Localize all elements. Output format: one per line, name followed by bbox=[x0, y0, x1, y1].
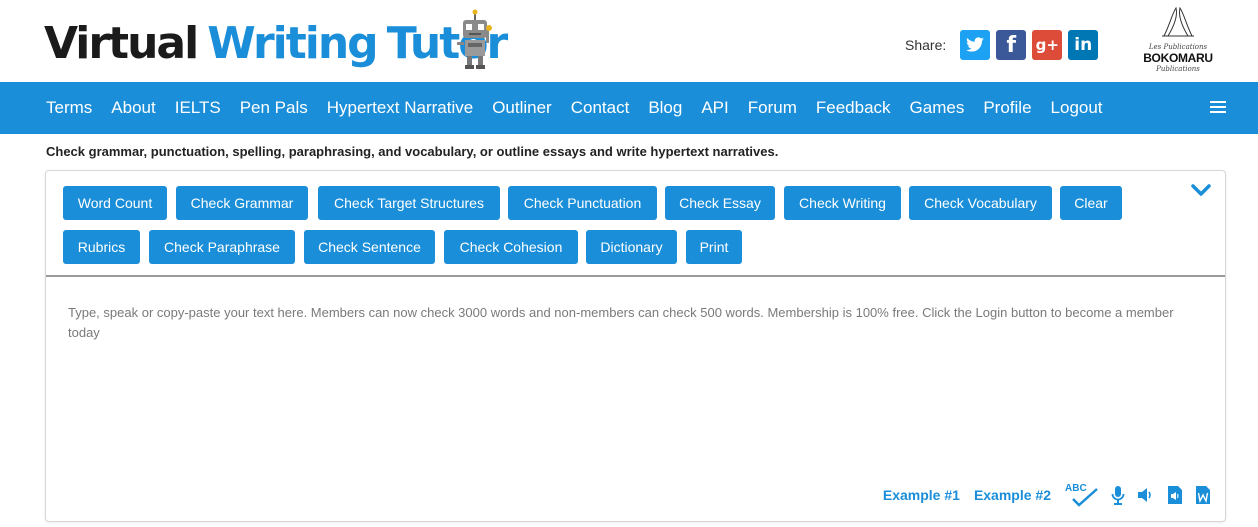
facebook-icon[interactable]: f bbox=[996, 30, 1027, 60]
spellcheck-icon[interactable]: ABC bbox=[1065, 483, 1099, 507]
check-punctuation-button[interactable]: Check Punctuation bbox=[508, 186, 657, 220]
twitter-icon[interactable] bbox=[960, 30, 991, 60]
checker-panel: Word Count Check Grammar Check Target St… bbox=[45, 170, 1226, 522]
clear-button[interactable]: Clear bbox=[1060, 186, 1122, 220]
check-paraphrase-button[interactable]: Check Paraphrase bbox=[149, 230, 295, 264]
dictionary-button[interactable]: Dictionary bbox=[586, 230, 677, 264]
publisher-line-3: Publications bbox=[1156, 65, 1200, 73]
nav-item-about[interactable]: About bbox=[111, 98, 155, 118]
logo-word-writing: Writing bbox=[207, 18, 378, 69]
nav-item-logout[interactable]: Logout bbox=[1051, 98, 1103, 118]
example-2-link[interactable]: Example #2 bbox=[974, 487, 1051, 503]
nav-item-profile[interactable]: Profile bbox=[983, 98, 1031, 118]
site-logo[interactable]: Virtual Writing Tutor bbox=[44, 6, 508, 74]
text-input-placeholder: Type, speak or copy-paste your text here… bbox=[68, 305, 1174, 340]
linkedin-icon[interactable]: in bbox=[1068, 30, 1099, 60]
word-document-icon[interactable] bbox=[1195, 485, 1211, 505]
nav-item-pen-pals[interactable]: Pen Pals bbox=[240, 98, 308, 118]
check-grammar-button[interactable]: Check Grammar bbox=[176, 186, 308, 220]
audio-file-icon[interactable] bbox=[1167, 485, 1183, 505]
site-header: Virtual Writing Tutor Share: f g+ in Les… bbox=[0, 0, 1258, 82]
check-target-structures-button[interactable]: Check Target Structures bbox=[318, 186, 500, 220]
check-vocabulary-button[interactable]: Check Vocabulary bbox=[909, 186, 1052, 220]
publisher-logo[interactable]: Les Publications BOKOMARU Publications bbox=[1138, 4, 1218, 76]
checker-toolbar: Word Count Check Grammar Check Target St… bbox=[46, 171, 1225, 277]
example-1-link[interactable]: Example #1 bbox=[883, 487, 960, 503]
chevron-down-icon[interactable] bbox=[1191, 183, 1211, 197]
nav-item-ielts[interactable]: IELTS bbox=[175, 98, 221, 118]
logo-word-virtual: Virtual bbox=[44, 18, 199, 69]
publisher-emblem-icon bbox=[1162, 6, 1194, 37]
nav-item-api[interactable]: API bbox=[701, 98, 728, 118]
robot-mascot-icon bbox=[457, 9, 492, 69]
page-tagline: Check grammar, punctuation, spelling, pa… bbox=[46, 144, 779, 159]
nav-item-blog[interactable]: Blog bbox=[648, 98, 682, 118]
microphone-icon[interactable] bbox=[1111, 485, 1125, 505]
hamburger-menu-icon[interactable] bbox=[1210, 96, 1226, 118]
nav-item-outliner[interactable]: Outliner bbox=[492, 98, 552, 118]
google-plus-icon[interactable]: g+ bbox=[1032, 30, 1063, 60]
nav-item-contact[interactable]: Contact bbox=[571, 98, 630, 118]
share-label: Share: bbox=[905, 37, 947, 53]
nav-item-hypertext-narrative[interactable]: Hypertext Narrative bbox=[327, 98, 473, 118]
check-cohesion-button[interactable]: Check Cohesion bbox=[444, 230, 578, 264]
check-writing-button[interactable]: Check Writing bbox=[784, 186, 901, 220]
publisher-name: BOKOMARU bbox=[1143, 51, 1213, 65]
speaker-icon[interactable] bbox=[1137, 487, 1155, 503]
nav-item-terms[interactable]: Terms bbox=[46, 98, 92, 118]
rubrics-button[interactable]: Rubrics bbox=[63, 230, 140, 264]
nav-item-feedback[interactable]: Feedback bbox=[816, 98, 891, 118]
share-bar: Share: f g+ in bbox=[905, 30, 1099, 60]
check-sentence-button[interactable]: Check Sentence bbox=[304, 230, 435, 264]
nav-item-forum[interactable]: Forum bbox=[748, 98, 797, 118]
nav-item-games[interactable]: Games bbox=[910, 98, 965, 118]
text-input-area[interactable]: Type, speak or copy-paste your text here… bbox=[68, 303, 1198, 343]
print-button[interactable]: Print bbox=[686, 230, 742, 264]
main-nav: Terms About IELTS Pen Pals Hypertext Nar… bbox=[0, 82, 1258, 134]
check-essay-button[interactable]: Check Essay bbox=[665, 186, 775, 220]
word-count-button[interactable]: Word Count bbox=[63, 186, 167, 220]
editor-tools: Example #1 Example #2 ABC bbox=[883, 483, 1211, 507]
